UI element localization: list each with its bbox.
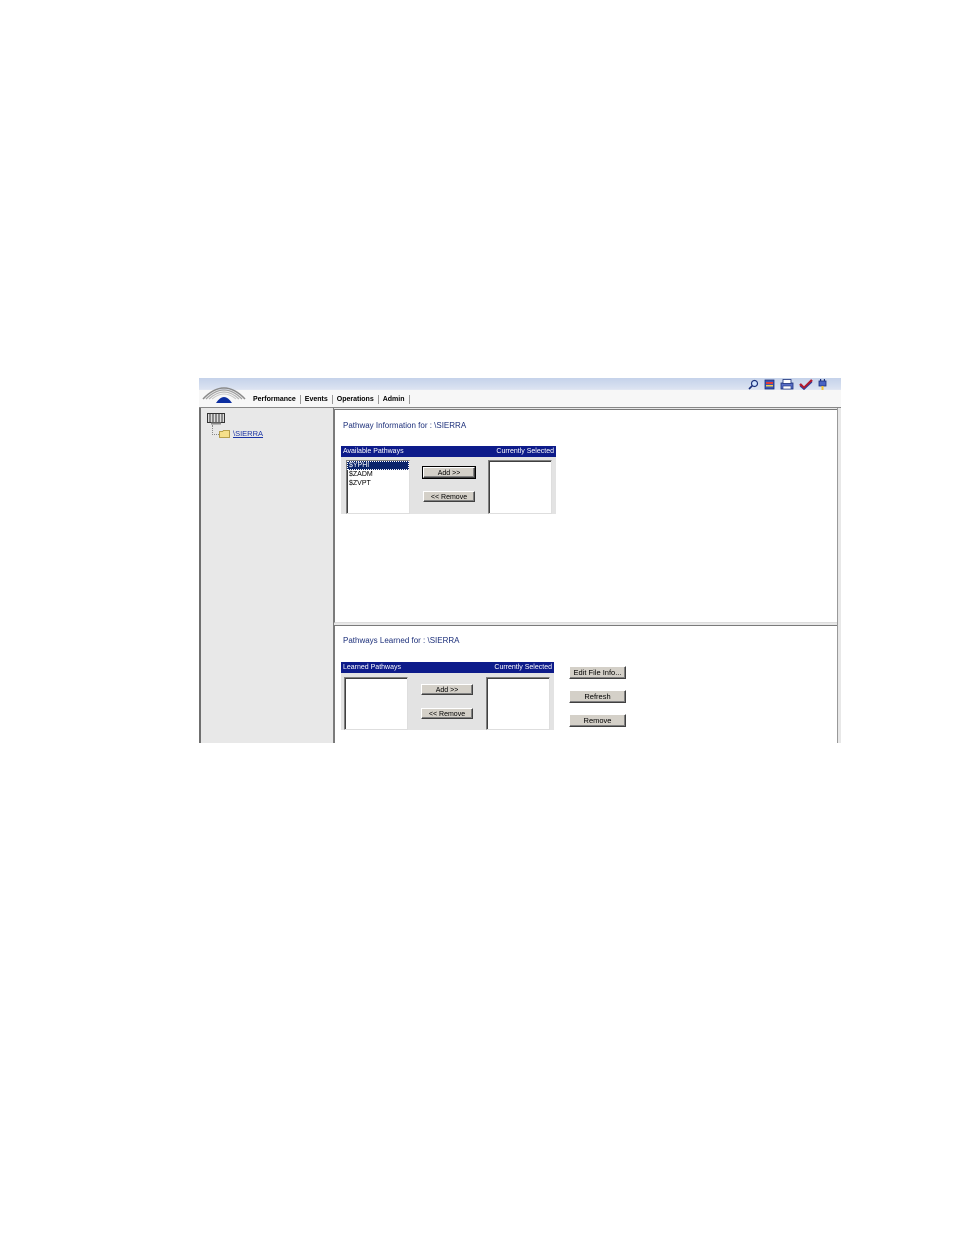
pathway-info-panel: Pathway Information for : \SIERRA Availa… bbox=[334, 409, 838, 623]
pathway-picker: Available Pathways Currently Selected $Y… bbox=[341, 446, 556, 514]
main-nav: Performance Events Operations Admin bbox=[249, 393, 410, 405]
window-edge bbox=[837, 408, 841, 743]
tree-node-label[interactable]: \SIERRA bbox=[233, 429, 263, 438]
print-icon[interactable] bbox=[780, 378, 794, 390]
remove-button[interactable]: << Remove bbox=[423, 491, 475, 502]
toolbar-icons bbox=[748, 378, 827, 390]
remove-button[interactable]: << Remove bbox=[421, 708, 473, 719]
list-item[interactable]: $YPHI bbox=[347, 461, 409, 470]
server-icon[interactable] bbox=[207, 413, 225, 425]
picker-header: Available Pathways Currently Selected bbox=[341, 446, 556, 457]
search-icon[interactable] bbox=[748, 379, 759, 390]
content-pane: Pathway Information for : \SIERRA Availa… bbox=[334, 408, 838, 743]
pathways-learned-title: Pathways Learned for : \SIERRA bbox=[343, 636, 460, 645]
learned-pathways-list[interactable] bbox=[344, 677, 408, 730]
add-button[interactable]: Add >> bbox=[422, 466, 476, 479]
selected-learned-list[interactable] bbox=[486, 677, 550, 730]
tab-admin[interactable]: Admin bbox=[379, 396, 409, 403]
add-button[interactable]: Add >> bbox=[421, 684, 473, 695]
checkmark-icon[interactable] bbox=[799, 378, 813, 390]
selected-header: Currently Selected bbox=[496, 448, 554, 455]
tab-events[interactable]: Events bbox=[301, 396, 332, 403]
remove-learned-button[interactable]: Remove bbox=[569, 714, 626, 727]
app-window: Performance Events Operations Admin \SIE… bbox=[199, 378, 841, 743]
selected-pathways-list[interactable] bbox=[488, 460, 552, 514]
tab-operations[interactable]: Operations bbox=[333, 396, 378, 403]
pathways-learned-panel: Pathways Learned for : \SIERRA Learned P… bbox=[334, 625, 838, 743]
plug-icon[interactable] bbox=[818, 378, 827, 390]
logo-icon bbox=[202, 387, 246, 403]
selected-header: Currently Selected bbox=[494, 664, 552, 671]
tab-performance[interactable]: Performance bbox=[249, 396, 300, 403]
tree-node-sierra[interactable]: \SIERRA bbox=[219, 429, 263, 438]
edit-file-info-button[interactable]: Edit File Info... bbox=[569, 666, 626, 679]
top-bar: Performance Events Operations Admin bbox=[199, 378, 841, 408]
learned-picker: Learned Pathways Currently Selected Add … bbox=[341, 662, 554, 730]
list-item[interactable]: $ZADM bbox=[347, 470, 409, 479]
available-pathways-list[interactable]: $YPHI $ZADM $ZVPT bbox=[346, 460, 410, 514]
refresh-button[interactable]: Refresh bbox=[569, 690, 626, 703]
picker-header: Learned Pathways Currently Selected bbox=[341, 662, 554, 673]
folder-icon bbox=[219, 429, 230, 438]
book-icon[interactable] bbox=[764, 379, 775, 390]
list-item[interactable]: $ZVPT bbox=[347, 479, 409, 488]
learned-header: Learned Pathways bbox=[343, 664, 401, 671]
tree-pane: \SIERRA bbox=[199, 408, 334, 743]
pathway-info-title: Pathway Information for : \SIERRA bbox=[343, 421, 467, 430]
available-header: Available Pathways bbox=[343, 448, 404, 455]
tree-connector bbox=[212, 425, 219, 435]
nav-separator bbox=[408, 394, 410, 404]
